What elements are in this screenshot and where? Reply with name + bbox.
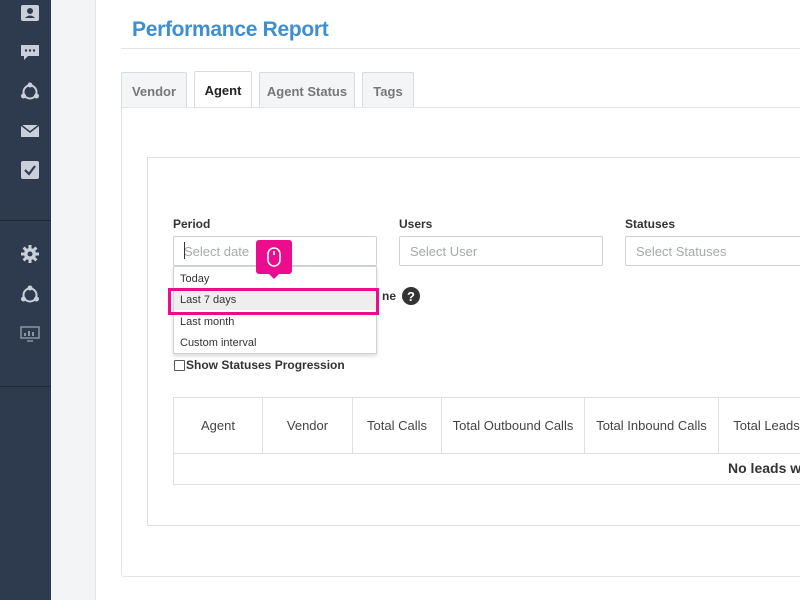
users-label: Users	[399, 217, 433, 231]
show-statuses-progression-label: Show Statuses Progression	[186, 358, 345, 372]
mouse-icon	[267, 247, 281, 267]
tab-agent[interactable]: Agent	[194, 71, 252, 109]
gear-icon[interactable]	[19, 243, 41, 265]
tab-vendor[interactable]: Vendor	[121, 72, 187, 109]
mail-icon[interactable]	[19, 120, 41, 142]
show-statuses-progression-checkbox[interactable]	[174, 359, 185, 371]
text-cursor	[184, 242, 185, 259]
agent-report-table: Agent Vendor Total Calls Total Outbound …	[173, 397, 800, 485]
page-title: Performance Report	[132, 18, 329, 41]
users-select[interactable]: Select User	[399, 236, 603, 266]
help-icon[interactable]: ?	[402, 287, 420, 305]
table-header-total-leads[interactable]: Total Leads	[719, 398, 800, 453]
monitor-icon[interactable]	[19, 323, 41, 345]
tab-agent-status[interactable]: Agent Status	[259, 72, 355, 109]
contacts-icon[interactable]	[19, 2, 41, 24]
partial-label: ne	[382, 289, 397, 303]
sidebar-divider	[0, 386, 51, 387]
period-option-custom-interval[interactable]: Custom interval	[174, 332, 376, 353]
main-content: Performance Report Vendor Agent Agent St…	[96, 0, 800, 600]
title-divider	[121, 48, 800, 49]
mouse-click-tooltip	[256, 240, 292, 279]
table-header-total-calls[interactable]: Total Calls	[353, 398, 442, 453]
sidebar-divider	[0, 220, 51, 221]
share-icon[interactable]	[19, 81, 41, 103]
table-header-total-inbound-calls[interactable]: Total Inbound Calls	[585, 398, 719, 453]
table-empty-message: No leads we	[728, 460, 800, 476]
tab-tags[interactable]: Tags	[362, 72, 414, 109]
table-header-total-outbound-calls[interactable]: Total Outbound Calls	[442, 398, 585, 453]
statuses-select[interactable]: Select Statuses	[625, 236, 800, 266]
highlight-box	[168, 288, 379, 315]
share-icon[interactable]	[19, 284, 41, 306]
content-gutter	[51, 0, 96, 600]
table-header-vendor[interactable]: Vendor	[263, 398, 353, 453]
show-statuses-progression-row: Show Statuses Progression	[174, 358, 345, 372]
statuses-label: Statuses	[625, 217, 676, 231]
check-icon[interactable]	[19, 159, 41, 181]
table-header-agent[interactable]: Agent	[174, 398, 263, 453]
chat-icon[interactable]	[19, 41, 41, 63]
table-header-divider	[174, 453, 800, 454]
period-label: Period	[173, 217, 211, 231]
sidebar	[0, 0, 51, 600]
